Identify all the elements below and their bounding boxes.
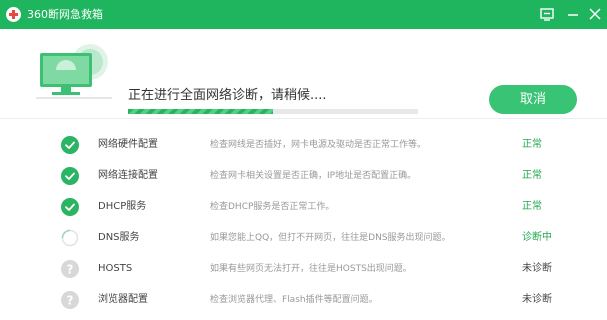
check-row: DNS服务 如果您能上QQ，但打不开网页，往往是DNS服务出现问题。 诊断中: [0, 223, 607, 254]
check-name: 网络连接配置: [98, 170, 158, 181]
progress-fill: [128, 109, 273, 114]
check-status: 未诊断: [522, 294, 552, 305]
divider: [0, 118, 607, 119]
check-status: 诊断中: [522, 232, 552, 243]
check-circle-icon: [61, 198, 79, 216]
diagnosis-header: 正在进行全面网络诊断，请稍候.... 取消: [0, 29, 607, 115]
feedback-icon: [540, 8, 554, 21]
window-title: 360断网急救箱: [27, 8, 103, 21]
check-name: DNS服务: [98, 232, 140, 243]
check-description: 检查网线是否插好，网卡电源及驱动是否正常工作等。: [210, 140, 427, 150]
check-description: 如果有些网页无法打开，往往是HOSTS出现问题。: [210, 264, 412, 274]
svg-text:?: ?: [67, 293, 74, 307]
question-circle-icon: ?: [61, 260, 79, 278]
feedback-button[interactable]: [537, 4, 557, 24]
check-name: 浏览器配置: [98, 294, 148, 305]
app-logo-icon: [6, 7, 21, 22]
check-status: 未诊断: [522, 263, 552, 274]
close-button[interactable]: [585, 4, 605, 24]
check-status: 正常: [522, 170, 542, 181]
check-row: ? HOSTS 如果有些网页无法打开，往往是HOSTS出现问题。 未诊断: [0, 254, 607, 285]
close-icon: [589, 8, 601, 20]
check-row: DHCP服务 检查DHCP服务是否正常工作。 正常: [0, 192, 607, 223]
check-status: 正常: [522, 139, 542, 150]
monitor-scan-icon: [36, 44, 112, 99]
minimize-icon: [568, 14, 578, 16]
check-row: 网络硬件配置 检查网线是否插好，网卡电源及驱动是否正常工作等。 正常: [0, 130, 607, 161]
minimize-button[interactable]: [563, 4, 583, 24]
check-row: 网络连接配置 检查网卡相关设置是否正确，IP地址是否配置正确。 正常: [0, 161, 607, 192]
svg-text:?: ?: [67, 262, 74, 276]
check-circle-icon: [61, 136, 79, 154]
check-circle-icon: [61, 167, 79, 185]
loading-spinner-icon: [61, 229, 79, 247]
diagnosis-status-text: 正在进行全面网络诊断，请稍候....: [128, 88, 327, 103]
check-status: 正常: [522, 201, 542, 212]
check-description: 如果您能上QQ，但打不开网页，往往是DNS服务出现问题。: [210, 233, 451, 243]
check-description: 检查浏览器代理、Flash插件等配置问题。: [210, 295, 378, 305]
check-name: HOSTS: [98, 263, 133, 274]
check-description: 检查DHCP服务是否正常工作。: [210, 202, 335, 212]
check-name: DHCP服务: [98, 201, 147, 212]
check-row: ? 浏览器配置 检查浏览器代理、Flash插件等配置问题。 未诊断: [0, 285, 607, 316]
title-bar: 360断网急救箱: [0, 0, 607, 29]
check-description: 检查网卡相关设置是否正确，IP地址是否配置正确。: [210, 171, 417, 181]
question-circle-icon: ?: [61, 291, 79, 309]
cancel-button[interactable]: 取消: [489, 85, 577, 114]
diagnosis-progress-bar: [128, 109, 418, 114]
check-name: 网络硬件配置: [98, 139, 158, 150]
